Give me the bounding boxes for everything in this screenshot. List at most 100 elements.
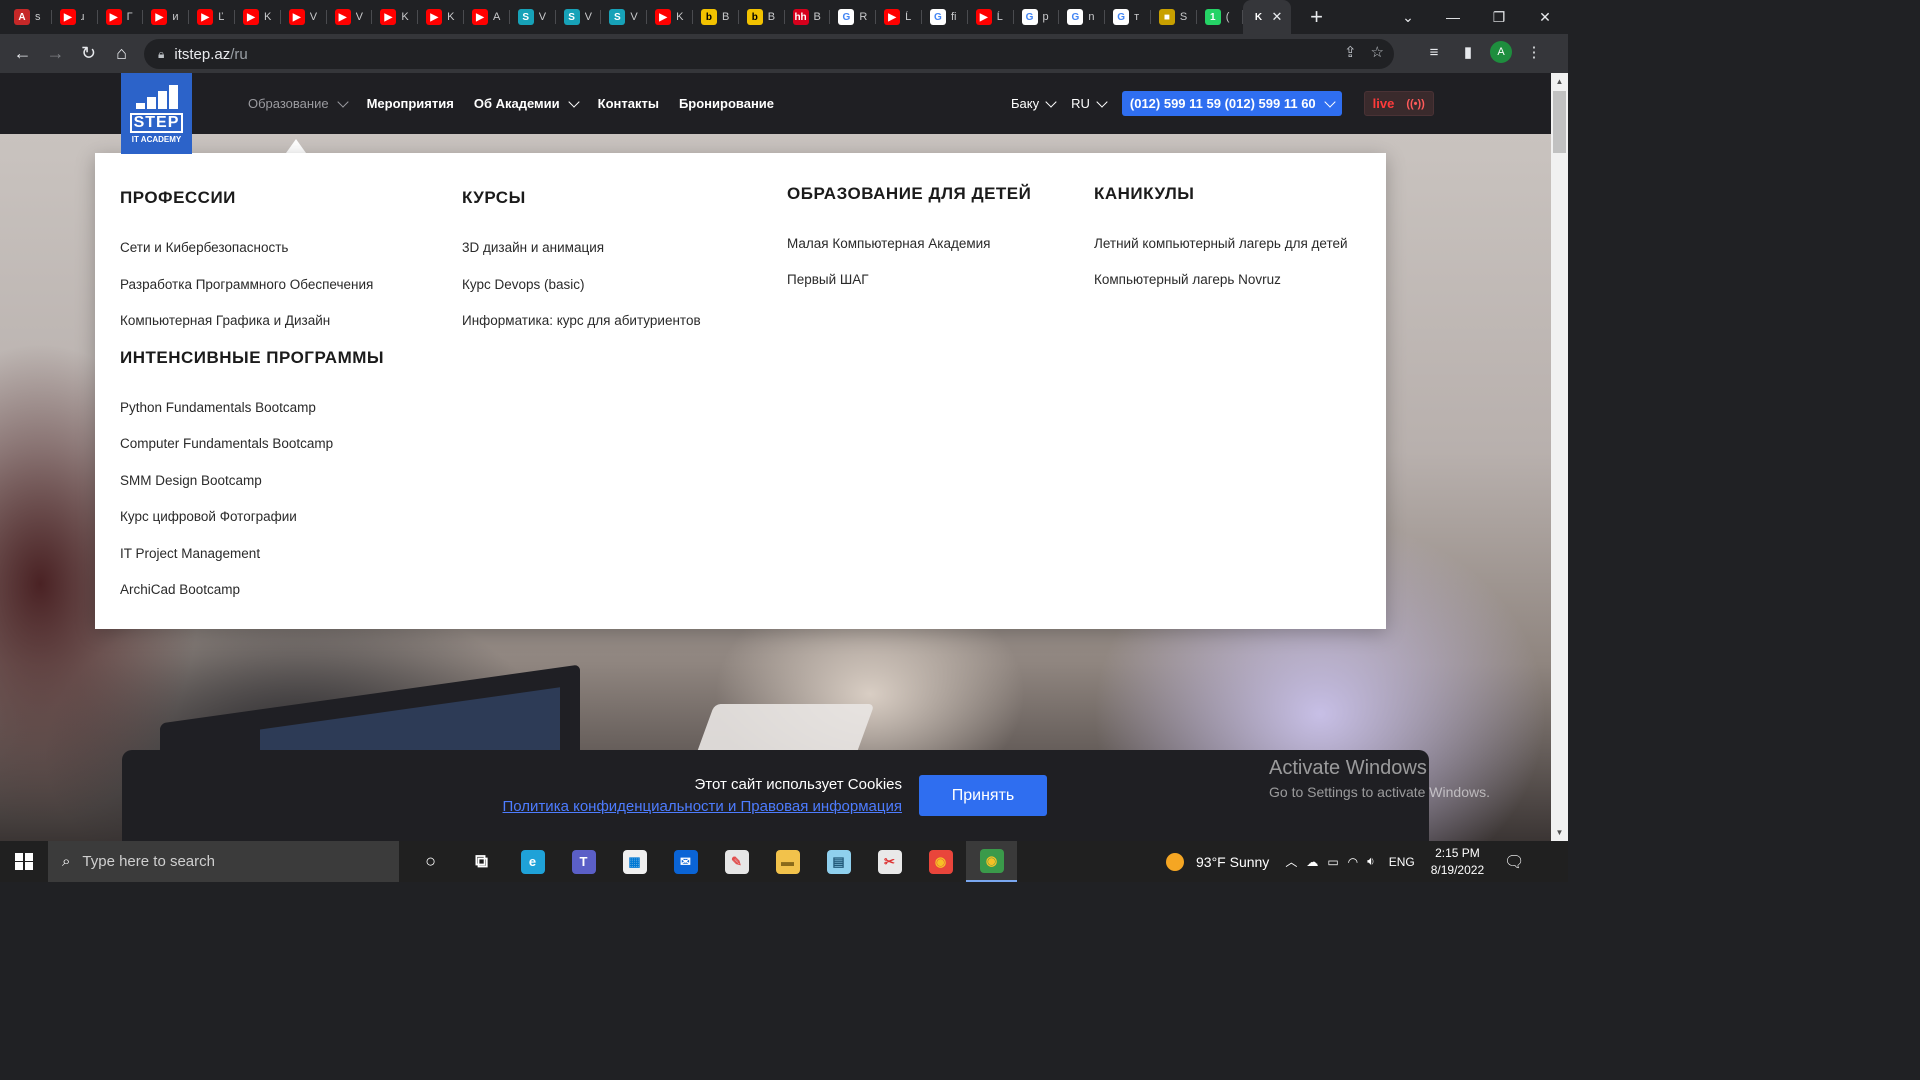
- scroll-down-arrow-icon[interactable]: ▼: [1551, 824, 1568, 841]
- paint-taskbar-button[interactable]: ✎: [711, 841, 762, 882]
- browser-tab[interactable]: ▶ V: [281, 0, 327, 34]
- nav-item[interactable]: Контакты: [598, 96, 659, 111]
- browser-tab[interactable]: 1(: [1197, 0, 1243, 34]
- mega-menu-link[interactable]: Курс цифровой Фотографии: [120, 509, 297, 524]
- menu-kebab-icon[interactable]: ⋮: [1522, 38, 1546, 66]
- browser-tab[interactable]: ▶ Ľ: [189, 0, 235, 34]
- tray-overflow-chevron-icon[interactable]: ︿: [1285, 853, 1297, 870]
- mega-menu-link[interactable]: Компьютерный лагерь Novruz: [1094, 272, 1281, 287]
- onedrive-cloud-icon[interactable]: ☁: [1306, 855, 1318, 869]
- chrome-profile-taskbar-button[interactable]: ◉: [966, 841, 1017, 882]
- tab-search-button[interactable]: ⌄: [1386, 0, 1430, 34]
- mega-menu-link[interactable]: SMM Design Bootcamp: [120, 473, 262, 488]
- wifi-icon[interactable]: ◠: [1348, 855, 1358, 869]
- forward-button[interactable]: →: [39, 37, 72, 70]
- home-button[interactable]: ⌂: [105, 37, 138, 70]
- minimize-button[interactable]: —: [1430, 0, 1476, 34]
- clock[interactable]: 2:15 PM 8/19/2022: [1431, 845, 1484, 879]
- nav-item[interactable]: Образование: [248, 95, 349, 111]
- edge-taskbar-button[interactable]: e: [507, 841, 558, 882]
- mega-menu-link[interactable]: Курс Devops (basic): [462, 277, 585, 292]
- teams-taskbar-button[interactable]: T: [558, 841, 609, 882]
- browser-tab[interactable]: ▶ A: [464, 0, 510, 34]
- nav-item[interactable]: Бронирование: [679, 96, 774, 111]
- mega-menu-link[interactable]: Разработка Программного Обеспечения: [120, 277, 373, 292]
- step-it-academy-logo[interactable]: STEP IT ACADEMY: [121, 73, 192, 154]
- browser-tab[interactable]: ▶ V: [327, 0, 373, 34]
- browser-tab[interactable]: hh B: [785, 0, 831, 34]
- share-icon[interactable]: ⇪: [1344, 43, 1357, 61]
- mega-menu-link[interactable]: Computer Fundamentals Bootcamp: [120, 436, 333, 451]
- chrome-taskbar-button[interactable]: ◉: [915, 841, 966, 882]
- notifications-icon[interactable]: 🗨︎: [1504, 852, 1524, 872]
- browser-tab[interactable]: bB: [739, 0, 785, 34]
- browser-tab[interactable]: ▶ Ĺ: [876, 0, 922, 34]
- browser-tab[interactable]: ■ S: [1151, 0, 1197, 34]
- browser-tab[interactable]: Gт: [1105, 0, 1151, 34]
- browser-tab[interactable]: SV: [556, 0, 602, 34]
- input-language[interactable]: ENG: [1389, 855, 1415, 869]
- browser-tab[interactable]: ▶ K: [372, 0, 418, 34]
- file-explorer-taskbar-button[interactable]: ▬: [762, 841, 813, 882]
- profile-avatar[interactable]: A: [1490, 41, 1512, 63]
- mega-menu-link[interactable]: Малая Компьютерная Академия: [787, 236, 990, 251]
- browser-tab[interactable]: Gp: [1014, 0, 1060, 34]
- tab-active[interactable]: K ✕: [1242, 0, 1291, 34]
- mega-menu-link[interactable]: Python Fundamentals Bootcamp: [120, 400, 316, 415]
- bookmark-star-icon[interactable]: ☆: [1371, 43, 1384, 61]
- scroll-up-arrow-icon[interactable]: ▲: [1551, 73, 1568, 90]
- browser-tab[interactable]: ▶ Г: [98, 0, 144, 34]
- weather-label[interactable]: 93°F Sunny: [1196, 854, 1269, 870]
- language-selector[interactable]: RU: [1071, 95, 1108, 111]
- close-tab-icon[interactable]: ✕: [1272, 9, 1283, 25]
- mega-menu-link[interactable]: ArchiCad Bootcamp: [120, 582, 240, 597]
- mega-menu-link[interactable]: Сети и Кибербезопасность: [120, 240, 288, 255]
- snip-taskbar-button[interactable]: ✂: [864, 841, 915, 882]
- browser-tab[interactable]: SV: [510, 0, 556, 34]
- browser-tab[interactable]: ▶ K: [647, 0, 693, 34]
- browser-tab[interactable]: bB: [693, 0, 739, 34]
- nav-item[interactable]: Об Академии: [474, 95, 580, 111]
- mega-menu-link[interactable]: Компьютерная Графика и Дизайн: [120, 313, 330, 328]
- nav-item[interactable]: Мероприятия: [367, 96, 454, 111]
- browser-tab[interactable]: ▶ Ĺ: [968, 0, 1014, 34]
- browser-tab[interactable]: Gfi: [922, 0, 968, 34]
- browser-tab[interactable]: ▶ K: [418, 0, 464, 34]
- mega-menu-link[interactable]: Летний компьютерный лагерь для детей: [1094, 236, 1348, 251]
- browser-tab[interactable]: SV: [601, 0, 647, 34]
- restore-button[interactable]: ❐: [1476, 0, 1522, 34]
- browser-tab[interactable]: ▶ и: [143, 0, 189, 34]
- scroll-thumb[interactable]: [1553, 91, 1566, 153]
- notepad-taskbar-button[interactable]: ▤: [813, 841, 864, 882]
- reload-button[interactable]: ↻: [72, 37, 105, 70]
- start-button[interactable]: [0, 841, 48, 882]
- privacy-policy-link[interactable]: Политика конфиденциальности и Правовая и…: [503, 798, 902, 815]
- battery-icon[interactable]: ▭: [1327, 855, 1338, 869]
- browser-tab[interactable]: GR: [830, 0, 876, 34]
- mega-menu-link[interactable]: 3D дизайн и анимация: [462, 240, 604, 255]
- reading-list-icon[interactable]: ≡: [1422, 38, 1446, 66]
- new-tab-button[interactable]: +: [1305, 4, 1329, 30]
- mail-taskbar-button[interactable]: ✉: [660, 841, 711, 882]
- browser-tab[interactable]: ▶ K: [235, 0, 281, 34]
- browser-tab[interactable]: As: [6, 0, 52, 34]
- browser-tab[interactable]: Gn: [1059, 0, 1105, 34]
- side-panel-icon[interactable]: ▮: [1456, 38, 1480, 66]
- mega-menu-link[interactable]: Первый ШАГ: [787, 272, 869, 287]
- city-selector[interactable]: Баку: [1011, 95, 1057, 111]
- phone-dropdown[interactable]: (012) 599 11 59 (012) 599 11 60: [1121, 91, 1342, 116]
- task-view-taskbar-button[interactable]: ⧉: [456, 841, 507, 882]
- back-button[interactable]: ←: [6, 37, 39, 70]
- accept-cookies-button[interactable]: Принять: [919, 775, 1047, 816]
- volume-icon[interactable]: 🔉︎: [1367, 854, 1375, 869]
- lock-icon[interactable]: 🔒︎: [158, 47, 164, 62]
- cortana-taskbar-button[interactable]: ○: [405, 841, 456, 882]
- address-bar[interactable]: 🔒︎ itstep.az/ru ⇪ ☆: [144, 39, 1394, 69]
- weather-sun-icon[interactable]: [1166, 852, 1184, 871]
- close-window-button[interactable]: ✕: [1522, 0, 1568, 34]
- taskbar-search-box[interactable]: ⌕ Type here to search: [48, 841, 399, 882]
- store-taskbar-button[interactable]: ▦: [609, 841, 660, 882]
- mega-menu-link[interactable]: IT Project Management: [120, 546, 260, 561]
- browser-tab[interactable]: ▶ ɹ: [52, 0, 98, 34]
- live-button[interactable]: live ((•)): [1363, 91, 1434, 116]
